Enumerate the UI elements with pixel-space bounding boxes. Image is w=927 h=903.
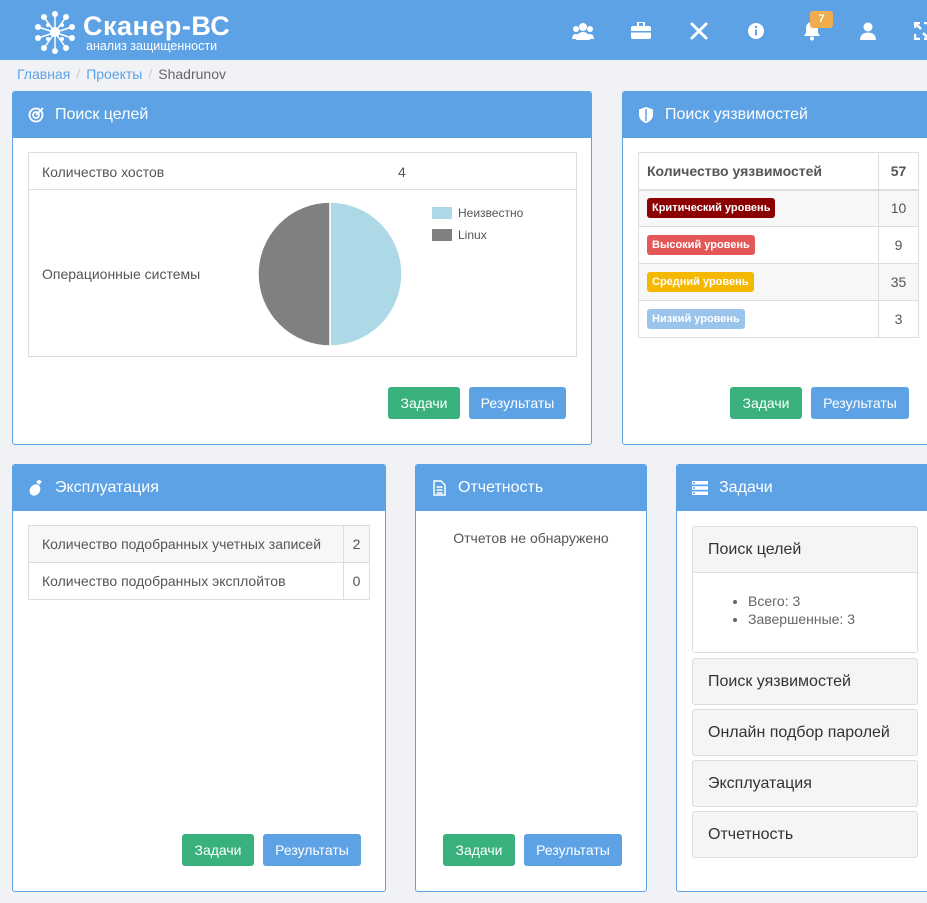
legend-swatch	[432, 229, 452, 241]
credentials-count-value: 2	[343, 525, 370, 563]
breadcrumb-home-link[interactable]: Главная	[17, 66, 70, 82]
panel-title: Поиск уязвимостей	[665, 106, 808, 123]
task-total: Всего: 3	[748, 593, 917, 609]
reports-panel: Отчетность Отчетов не обнаружено Задачи …	[415, 464, 647, 892]
severity-count: 35	[878, 263, 919, 301]
info-icon[interactable]	[745, 20, 767, 42]
breadcrumb-projects-link[interactable]: Проекты	[86, 66, 142, 82]
legend-item: Неизвестно	[432, 206, 523, 220]
breadcrumb: Главная / Проекты / Shadrunov	[17, 66, 226, 82]
app-logo[interactable]: Сканер-ВС анализ защищенности	[33, 9, 243, 54]
vulns-results-button[interactable]: Результаты	[811, 387, 909, 419]
exploit-table: Количество подобранных учетных записей 2…	[28, 525, 370, 600]
pie-legend: Неизвестно Linux	[432, 206, 523, 242]
panel-title: Эксплуатация	[55, 479, 159, 496]
legend-label: Linux	[458, 228, 487, 242]
exploits-count-value: 0	[343, 562, 370, 600]
table-header-row: Количество уязвимостей 57	[638, 152, 919, 191]
vulns-table: Количество уязвимостей 57 Критический ур…	[638, 152, 919, 338]
exploit-tasks-button[interactable]: Задачи	[182, 834, 254, 866]
document-icon	[430, 479, 448, 497]
targets-tasks-button[interactable]: Задачи	[388, 387, 460, 419]
os-pie-chart	[257, 201, 403, 347]
notification-badge[interactable]: 7	[810, 11, 833, 28]
users-icon[interactable]	[572, 20, 594, 42]
vulns-panel: Поиск уязвимостей Количество уязвимостей…	[622, 91, 927, 445]
task-section-exploit: Эксплуатация	[692, 760, 918, 807]
fullscreen-icon[interactable]	[911, 20, 927, 42]
exploits-count-label: Количество подобранных эксплойтов	[28, 562, 344, 600]
task-section-targets: Поиск целей Всего: 3 Завершенные: 3	[692, 526, 918, 653]
table-row: Количество подобранных учетных записей 2	[28, 525, 370, 563]
panel-header: Поиск уязвимостей	[623, 92, 927, 138]
task-section-reports: Отчетность	[692, 811, 918, 858]
tasks-list-icon	[691, 479, 709, 497]
task-section-title[interactable]: Отчетность	[693, 812, 917, 857]
top-navbar: Сканер-ВС анализ защищенности 7	[0, 0, 927, 60]
table-row: Средний уровень 35	[638, 263, 919, 301]
vulns-tasks-button[interactable]: Задачи	[730, 387, 802, 419]
targets-panel: Поиск целей Количество хостов 4 Операцио…	[12, 91, 592, 445]
panel-title: Задачи	[719, 479, 773, 496]
task-section-title[interactable]: Поиск целей	[693, 527, 917, 572]
legend-swatch	[432, 207, 452, 219]
hosts-count-value: 4	[398, 164, 406, 180]
vulns-count-label: Количество уязвимостей	[638, 152, 879, 191]
os-label: Операционные системы	[42, 266, 201, 282]
network-logo-icon	[35, 11, 75, 54]
reports-results-button[interactable]: Результаты	[524, 834, 622, 866]
severity-count: 3	[878, 300, 919, 338]
target-icon	[27, 106, 45, 124]
logo-subtitle: анализ защищенности	[86, 39, 218, 53]
severity-badge-low: Низкий уровень	[647, 309, 745, 329]
table-row: Низкий уровень 3	[638, 300, 919, 338]
breadcrumb-current: Shadrunov	[158, 66, 226, 82]
tasks-panel: Задачи Поиск целей Всего: 3 Завершенные:…	[676, 464, 927, 892]
targets-results-button[interactable]: Результаты	[469, 387, 566, 419]
severity-badge-critical: Критический уровень	[647, 198, 776, 219]
panel-header: Поиск целей	[13, 92, 591, 138]
panel-title: Отчетность	[458, 479, 544, 496]
task-section-title[interactable]: Поиск уязвимостей	[693, 659, 917, 704]
panel-header: Отчетность	[416, 465, 646, 511]
task-section-vulns: Поиск уязвимостей	[692, 658, 918, 705]
grenade-icon	[27, 479, 45, 497]
shield-icon	[637, 106, 655, 124]
hosts-count-label: Количество хостов	[42, 164, 165, 180]
task-section-title[interactable]: Эксплуатация	[693, 761, 917, 806]
panel-header: Задачи	[677, 465, 927, 511]
row-divider	[29, 189, 576, 190]
vulns-count-value: 57	[878, 152, 919, 191]
severity-count: 9	[878, 226, 919, 264]
severity-badge-medium: Средний уровень	[647, 272, 754, 292]
targets-table: Количество хостов 4 Операционные системы…	[28, 152, 577, 357]
severity-badge-high: Высокий уровень	[647, 235, 755, 255]
pie-slice-1	[257, 201, 331, 347]
panel-header: Эксплуатация	[13, 465, 385, 511]
legend-item: Linux	[432, 228, 523, 242]
exploit-results-button[interactable]: Результаты	[263, 834, 361, 866]
task-section-title[interactable]: Онлайн подбор паролей	[693, 710, 917, 755]
exploit-panel: Эксплуатация Количество подобранных учет…	[12, 464, 386, 892]
reports-tasks-button[interactable]: Задачи	[443, 834, 515, 866]
pie-slice-0	[329, 201, 403, 347]
user-icon[interactable]	[857, 20, 879, 42]
panel-title: Поиск целей	[55, 106, 149, 123]
legend-label: Неизвестно	[458, 206, 524, 220]
breadcrumb-separator: /	[76, 66, 81, 82]
task-completed: Завершенные: 3	[748, 611, 917, 627]
breadcrumb-separator: /	[148, 66, 153, 82]
briefcase-icon[interactable]	[630, 20, 652, 42]
table-row: Количество подобранных эксплойтов 0	[28, 562, 370, 600]
tools-icon[interactable]	[688, 20, 710, 42]
table-row: Критический уровень 10	[638, 189, 919, 227]
logo-title: Сканер-ВС	[83, 11, 231, 41]
severity-count: 10	[878, 189, 919, 227]
credentials-count-label: Количество подобранных учетных записей	[28, 525, 344, 563]
table-row: Высокий уровень 9	[638, 226, 919, 264]
reports-empty-message: Отчетов не обнаружено	[453, 530, 609, 546]
task-section-passwords: Онлайн подбор паролей	[692, 709, 918, 756]
task-section-body: Всего: 3 Завершенные: 3	[693, 572, 917, 652]
